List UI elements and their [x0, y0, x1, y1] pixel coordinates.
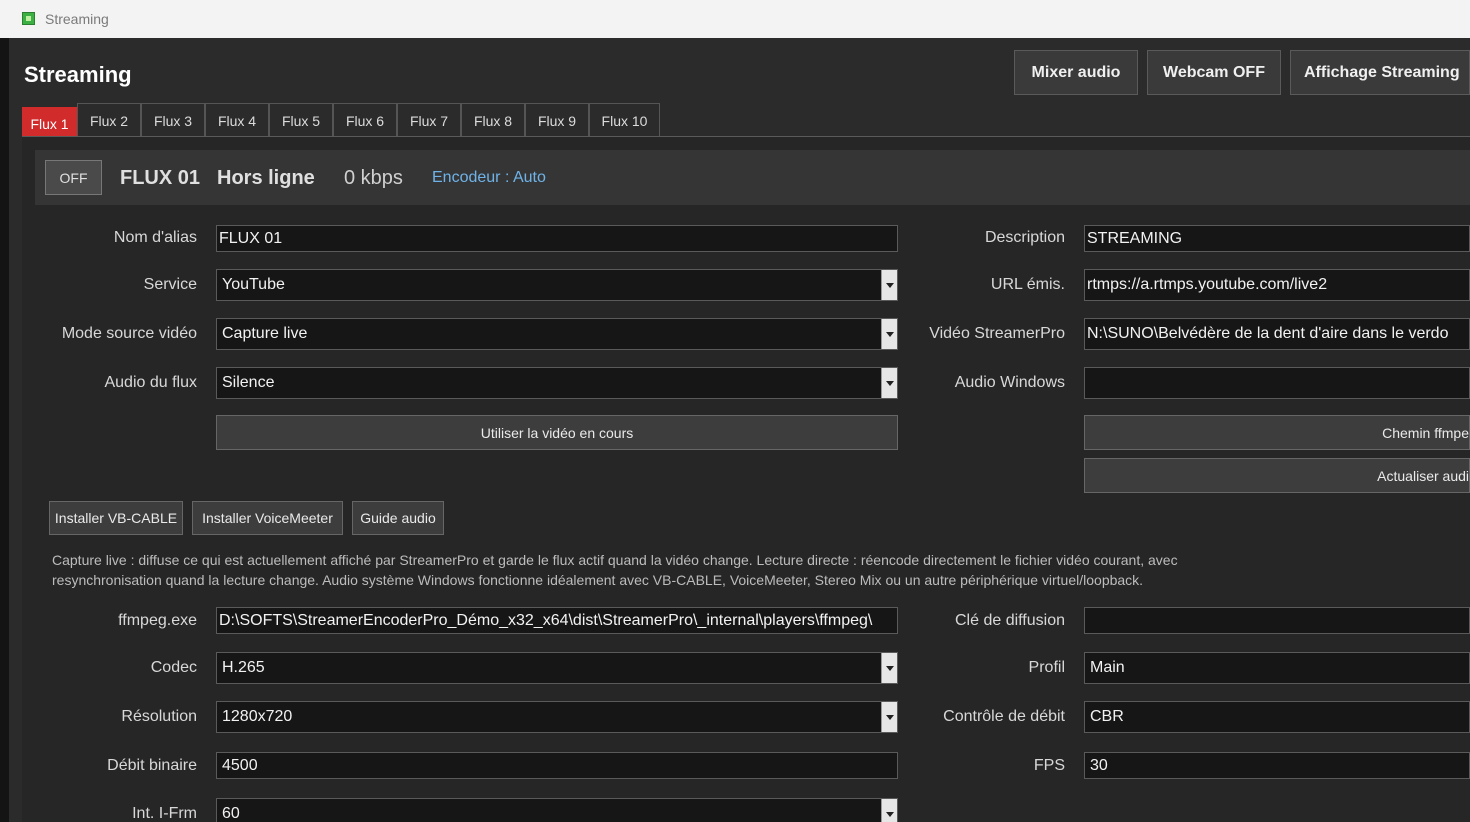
audio-guide-button[interactable]: Guide audio [352, 501, 444, 535]
chevron-down-icon[interactable] [881, 319, 897, 349]
chevron-down-icon[interactable] [881, 799, 897, 822]
stream-audio-value: Silence [222, 374, 275, 391]
install-vbcable-button[interactable]: Installer VB-CABLE [49, 501, 183, 535]
help-text: Capture live : diffuse ce qui est actuel… [52, 550, 1282, 590]
streamerpro-video-label: Vidéo StreamerPro [929, 325, 1065, 342]
window-left-border [0, 38, 9, 822]
alias-input[interactable]: FLUX 01 [216, 225, 898, 252]
codec-select[interactable]: H.265 [216, 652, 898, 684]
stream-name: FLUX 01 [120, 167, 201, 189]
service-label: Service [143, 276, 197, 293]
alias-label: Nom d'alias [113, 229, 197, 246]
url-input[interactable]: rtmps://a.rtmps.youtube.com/live2 [1084, 269, 1470, 301]
tab-flux-6[interactable]: Flux 6 [333, 103, 397, 137]
rate-control-select[interactable]: CBR [1084, 701, 1470, 733]
bitrate-input[interactable]: 4500 [216, 752, 898, 779]
service-select[interactable]: YouTube [216, 269, 898, 301]
ffmpeg-label: ffmpeg.exe [118, 612, 197, 629]
iframe-value: 60 [222, 805, 240, 822]
windows-audio-select[interactable] [1084, 367, 1470, 399]
bitrate-label: Débit binaire [107, 757, 197, 774]
video-source-label: Mode source vidéo [61, 325, 197, 342]
tab-flux-1[interactable]: Flux 1 [22, 107, 77, 139]
service-value: YouTube [222, 276, 285, 293]
video-source-value: Capture live [222, 325, 308, 342]
tab-flux-7[interactable]: Flux 7 [397, 103, 461, 137]
chevron-down-icon[interactable] [881, 702, 897, 732]
streaming-display-button[interactable]: Affichage Streaming [1290, 50, 1470, 95]
refresh-audio-button[interactable]: Actualiser audi [1084, 458, 1470, 493]
rate-control-value: CBR [1090, 708, 1124, 725]
fps-input[interactable]: 30 [1084, 752, 1470, 779]
stream-key-label: Clé de diffusion [955, 612, 1065, 629]
install-voicemeeter-button[interactable]: Installer VoiceMeeter [192, 501, 343, 535]
tab-flux-8[interactable]: Flux 8 [461, 103, 525, 137]
stream-toggle-button[interactable]: OFF [45, 160, 102, 195]
url-label: URL émis. [990, 276, 1065, 293]
alias-value: FLUX 01 [219, 229, 283, 247]
tab-flux-10[interactable]: Flux 10 [589, 103, 660, 137]
stream-audio-label: Audio du flux [104, 374, 197, 391]
window-titlebar: Streaming [0, 0, 1470, 38]
window-title: Streaming [45, 11, 109, 27]
help-line-1: Capture live : diffuse ce qui est actuel… [52, 552, 1178, 568]
stream-status-bar: OFF FLUX 01 Hors ligne 0 kbps Encodeur :… [35, 150, 1470, 205]
tab-flux-5[interactable]: Flux 5 [269, 103, 333, 137]
bitrate-value: 4500 [222, 756, 258, 774]
windows-audio-label: Audio Windows [954, 374, 1065, 391]
stream-bitrate: 0 kbps [344, 167, 403, 189]
resolution-select[interactable]: 1280x720 [216, 701, 898, 733]
resolution-value: 1280x720 [222, 708, 293, 725]
description-value: STREAMING [1087, 229, 1183, 247]
webcam-toggle-button[interactable]: Webcam OFF [1147, 50, 1281, 95]
stream-state: Hors ligne [217, 167, 315, 189]
streamerpro-video-input[interactable]: N:\SUNO\Belvédère de la dent d'aire dans… [1084, 318, 1470, 350]
iframe-label: Int. I-Frm [132, 805, 197, 822]
app-icon [22, 12, 35, 25]
codec-label: Codec [150, 659, 197, 676]
description-input[interactable]: STREAMING [1084, 225, 1470, 252]
profile-value: Main [1090, 659, 1125, 676]
profile-label: Profil [1028, 659, 1065, 676]
streamerpro-video-value: N:\SUNO\Belvédère de la dent d'aire dans… [1087, 325, 1449, 342]
tab-flux-3[interactable]: Flux 3 [141, 103, 205, 137]
resolution-label: Résolution [121, 708, 197, 725]
description-label: Description [984, 229, 1065, 246]
video-source-select[interactable]: Capture live [216, 318, 898, 350]
chevron-down-icon[interactable] [881, 653, 897, 683]
tab-flux-2[interactable]: Flux 2 [77, 103, 141, 137]
tab-flux-4[interactable]: Flux 4 [205, 103, 269, 137]
mixer-audio-button[interactable]: Mixer audio [1014, 50, 1138, 95]
page-title: Streaming [24, 62, 132, 87]
iframe-select[interactable]: 60 [216, 798, 898, 822]
stream-key-input[interactable] [1084, 607, 1470, 634]
chevron-down-icon[interactable] [881, 368, 897, 398]
ffmpeg-path-button[interactable]: Chemin ffmpe [1084, 415, 1470, 450]
help-line-2: resynchronisation quand la lecture chang… [52, 572, 1144, 588]
tab-flux-9[interactable]: Flux 9 [525, 103, 589, 137]
fps-value: 30 [1090, 756, 1108, 774]
url-value: rtmps://a.rtmps.youtube.com/live2 [1087, 276, 1328, 293]
stream-audio-select[interactable]: Silence [216, 367, 898, 399]
ffmpeg-path-value: D:\SOFTS\StreamerEncoderPro_Démo_x32_x64… [219, 611, 873, 629]
rate-control-label: Contrôle de débit [943, 708, 1065, 725]
encoder-status: Encodeur : Auto [432, 169, 546, 186]
codec-value: H.265 [222, 659, 265, 676]
main-area: Streaming Mixer audio Webcam OFF Afficha… [9, 38, 1470, 822]
ffmpeg-path-input[interactable]: D:\SOFTS\StreamerEncoderPro_Démo_x32_x64… [216, 607, 898, 634]
profile-select[interactable]: Main [1084, 652, 1470, 684]
use-current-video-button[interactable]: Utiliser la vidéo en cours [216, 415, 898, 450]
chevron-down-icon[interactable] [881, 270, 897, 300]
fps-label: FPS [1033, 757, 1065, 774]
